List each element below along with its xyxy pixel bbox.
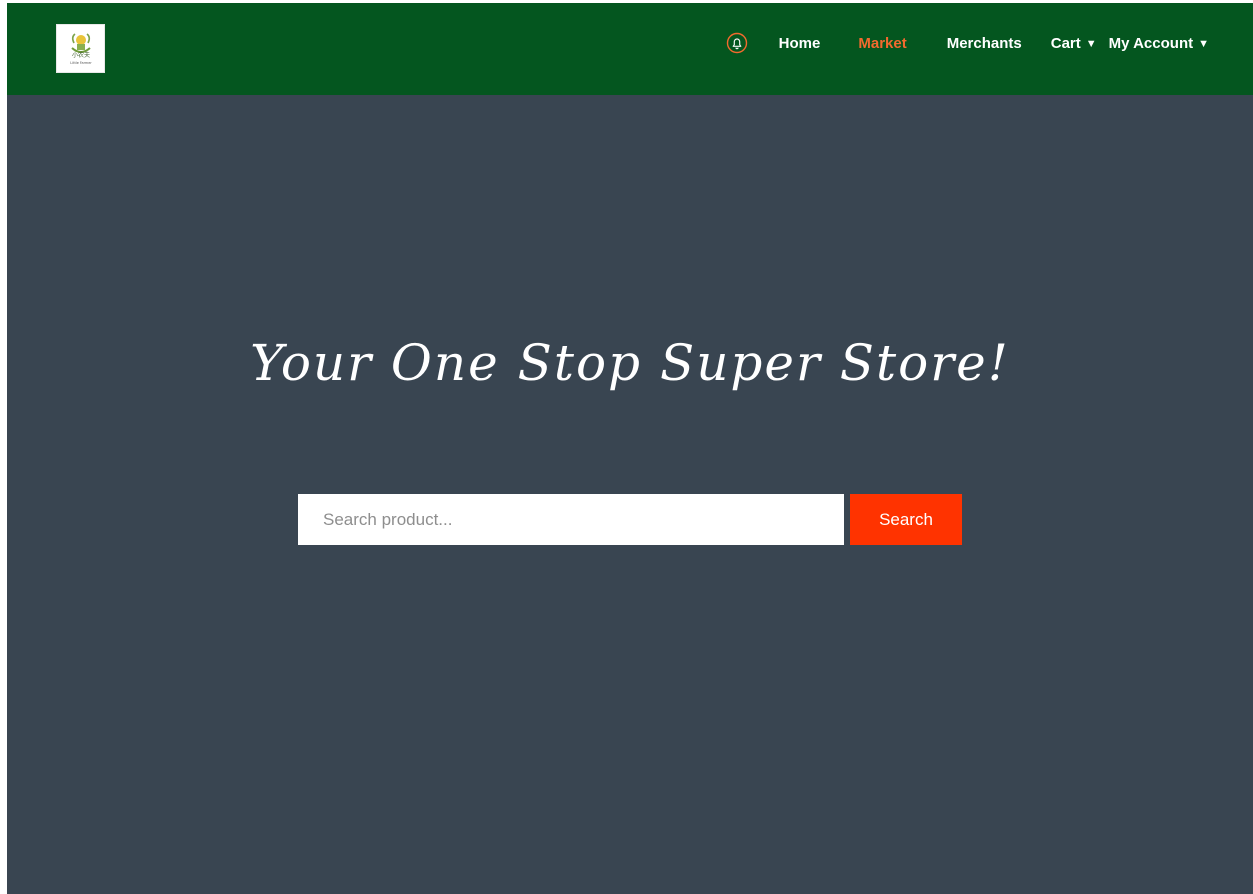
search-button[interactable]: Search: [850, 494, 962, 545]
search-input[interactable]: [298, 494, 844, 545]
hero-title: Your One Stop Super Store!: [250, 334, 1010, 392]
navbar: 小农夫 Little Farmer Home Market Merchants …: [7, 3, 1253, 95]
nav-my-account-label: My Account: [1108, 34, 1194, 52]
caret-down-icon: ▼: [1085, 37, 1097, 50]
little-farmer-logo-icon: 小农夫 Little Farmer: [70, 32, 92, 65]
logo[interactable]: 小农夫 Little Farmer: [56, 24, 105, 73]
logo-caption: Little Farmer: [70, 61, 92, 65]
nav-my-account-dropdown[interactable]: My Account ▼: [1109, 35, 1209, 52]
svg-text:小农夫: 小农夫: [71, 51, 89, 59]
nav-home[interactable]: Home: [779, 35, 821, 52]
nav-merchants[interactable]: Merchants: [947, 35, 1022, 52]
page-frame: 小农夫 Little Farmer Home Market Merchants …: [7, 3, 1253, 894]
bell-icon: [726, 32, 747, 54]
notification-button[interactable]: [726, 32, 748, 54]
nav-market[interactable]: Market: [858, 35, 906, 52]
nav-cart-dropdown[interactable]: Cart ▼: [1051, 35, 1097, 52]
caret-down-icon: ▼: [1198, 37, 1209, 50]
nav-cart-label: Cart: [1050, 34, 1081, 52]
main-nav: Home Market Merchants Cart ▼ My Account ▼: [726, 3, 1209, 83]
